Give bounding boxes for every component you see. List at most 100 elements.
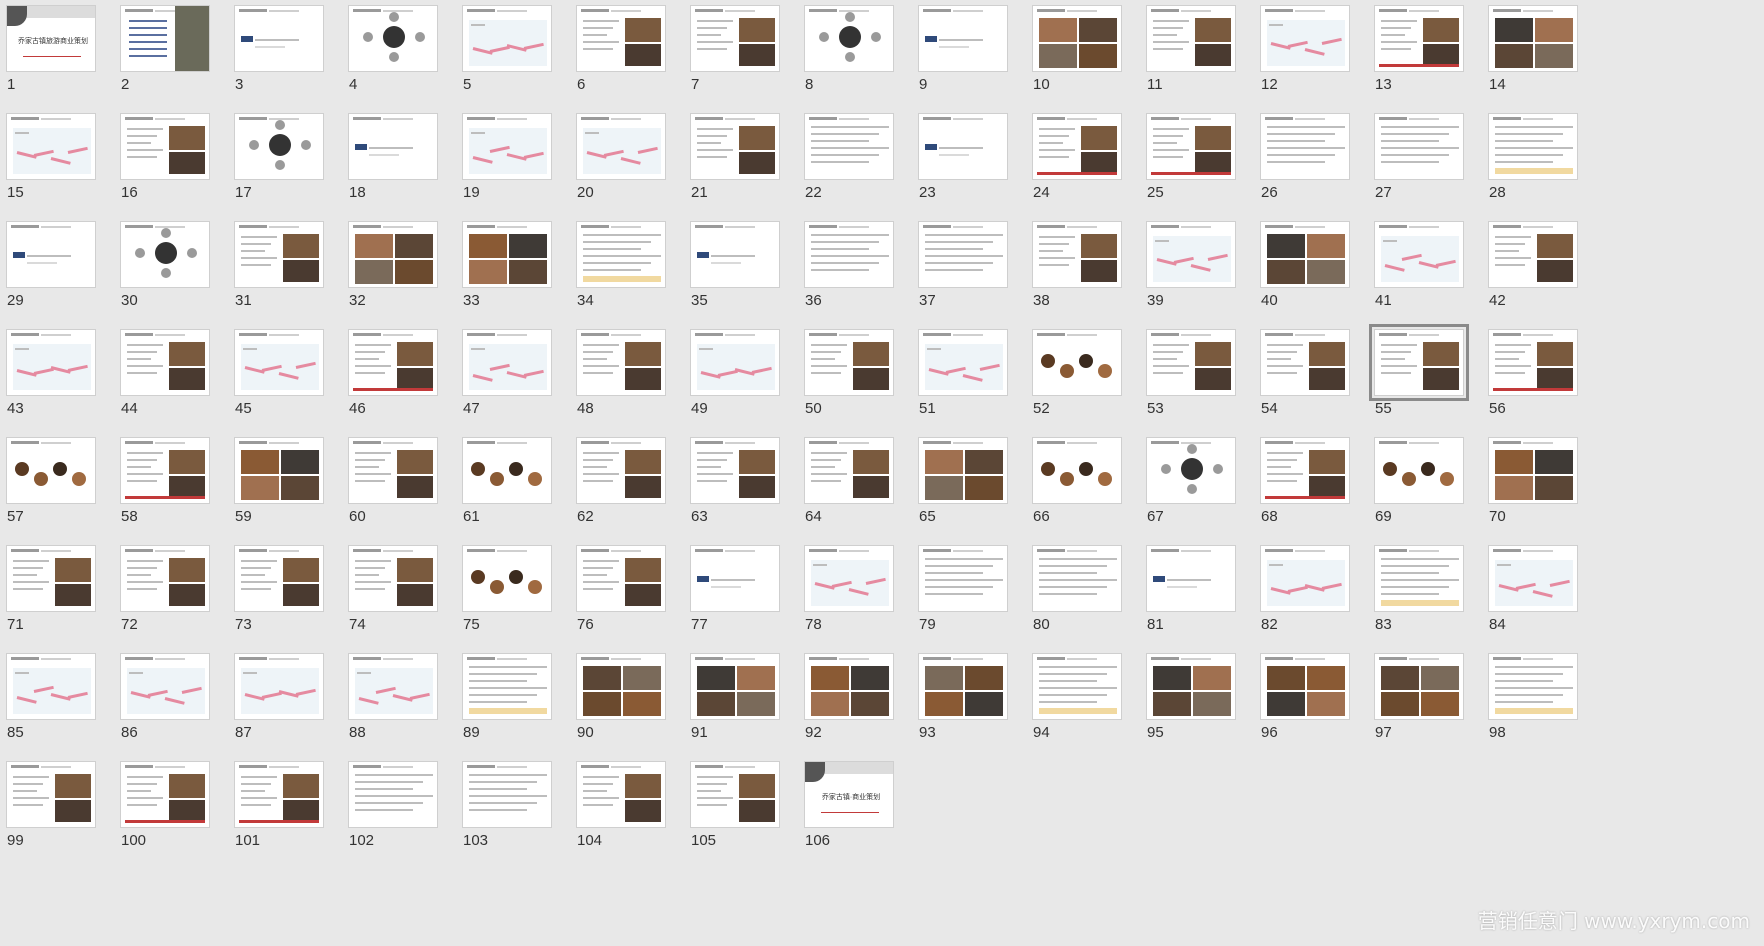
slide-thumbnail-97[interactable]: 97 <box>1370 650 1498 771</box>
slide-preview[interactable] <box>576 761 666 828</box>
slide-thumbnail-89[interactable]: 89 <box>458 650 586 771</box>
slide-thumbnail-3[interactable]: 3 <box>230 2 358 123</box>
slide-preview[interactable] <box>348 329 438 396</box>
slide-thumbnail-9[interactable]: 9 <box>914 2 1042 123</box>
slide-preview[interactable] <box>1488 329 1578 396</box>
slide-thumbnail-74[interactable]: 74 <box>344 542 472 663</box>
slide-thumbnail-73[interactable]: 73 <box>230 542 358 663</box>
slide-preview[interactable] <box>1260 545 1350 612</box>
slide-thumbnail-67[interactable]: 67 <box>1142 434 1270 555</box>
slide-preview[interactable] <box>6 437 96 504</box>
slide-preview[interactable] <box>1488 221 1578 288</box>
slide-preview[interactable] <box>234 329 324 396</box>
slide-thumbnail-40[interactable]: 40 <box>1256 218 1384 339</box>
slide-thumbnail-78[interactable]: 78 <box>800 542 928 663</box>
slide-preview[interactable] <box>1146 545 1236 612</box>
slide-preview[interactable] <box>1260 437 1350 504</box>
slide-thumbnail-75[interactable]: 75 <box>458 542 586 663</box>
slide-thumbnail-48[interactable]: 48 <box>572 326 700 447</box>
slide-thumbnail-45[interactable]: 45 <box>230 326 358 447</box>
slide-thumbnail-76[interactable]: 76 <box>572 542 700 663</box>
slide-preview[interactable] <box>804 329 894 396</box>
slide-thumbnail-17[interactable]: 17 <box>230 110 358 231</box>
slide-preview[interactable] <box>1032 5 1122 72</box>
slide-preview[interactable]: 乔家古镇·商业策划 <box>804 761 894 828</box>
slide-thumbnail-16[interactable]: 16 <box>116 110 244 231</box>
slide-preview[interactable] <box>6 761 96 828</box>
slide-thumbnail-21[interactable]: 21 <box>686 110 814 231</box>
slide-preview[interactable] <box>1146 5 1236 72</box>
slide-thumbnail-81[interactable]: 81 <box>1142 542 1270 663</box>
slide-preview[interactable] <box>462 329 552 396</box>
slide-preview[interactable] <box>348 653 438 720</box>
slide-preview[interactable] <box>1260 221 1350 288</box>
slide-thumbnail-6[interactable]: 6 <box>572 2 700 123</box>
slide-preview[interactable] <box>1032 329 1122 396</box>
slide-preview[interactable] <box>1032 221 1122 288</box>
slide-preview[interactable] <box>690 329 780 396</box>
slide-preview[interactable] <box>1260 5 1350 72</box>
slide-preview[interactable] <box>918 545 1008 612</box>
slide-preview[interactable] <box>120 761 210 828</box>
slide-thumbnail-23[interactable]: 23 <box>914 110 1042 231</box>
slide-preview[interactable] <box>1488 653 1578 720</box>
slide-preview[interactable] <box>1260 113 1350 180</box>
slide-preview[interactable] <box>576 113 666 180</box>
slide-preview[interactable] <box>348 761 438 828</box>
slide-preview[interactable] <box>462 221 552 288</box>
slide-preview[interactable] <box>690 653 780 720</box>
slide-preview[interactable] <box>6 329 96 396</box>
slide-thumbnail-86[interactable]: 86 <box>116 650 244 771</box>
slide-thumbnail-96[interactable]: 96 <box>1256 650 1384 771</box>
slide-thumbnail-24[interactable]: 24 <box>1028 110 1156 231</box>
slide-preview[interactable] <box>690 761 780 828</box>
slide-thumbnail-68[interactable]: 68 <box>1256 434 1384 555</box>
slide-thumbnail-27[interactable]: 27 <box>1370 110 1498 231</box>
slide-preview[interactable] <box>6 221 96 288</box>
slide-preview[interactable] <box>918 5 1008 72</box>
slide-thumbnail-15[interactable]: 15 <box>2 110 130 231</box>
slide-preview[interactable] <box>462 437 552 504</box>
slide-preview[interactable] <box>804 5 894 72</box>
slide-preview[interactable] <box>348 221 438 288</box>
slide-preview[interactable] <box>690 5 780 72</box>
slide-preview[interactable] <box>1374 653 1464 720</box>
slide-preview[interactable] <box>120 653 210 720</box>
slide-thumbnail-80[interactable]: 80 <box>1028 542 1156 663</box>
slide-thumbnail-100[interactable]: 100 <box>116 758 244 879</box>
slide-preview[interactable] <box>1032 437 1122 504</box>
slide-preview[interactable] <box>120 113 210 180</box>
slide-preview[interactable] <box>6 653 96 720</box>
slide-thumbnail-77[interactable]: 77 <box>686 542 814 663</box>
slide-preview[interactable] <box>1369 324 1469 401</box>
slide-preview[interactable] <box>1032 545 1122 612</box>
slide-thumbnail-10[interactable]: 10 <box>1028 2 1156 123</box>
slide-preview[interactable] <box>1374 221 1464 288</box>
slide-preview[interactable] <box>1488 113 1578 180</box>
slide-thumbnail-57[interactable]: 57 <box>2 434 130 555</box>
slide-preview[interactable] <box>1260 329 1350 396</box>
slide-thumbnail-49[interactable]: 49 <box>686 326 814 447</box>
slide-preview[interactable] <box>348 545 438 612</box>
slide-thumbnail-47[interactable]: 47 <box>458 326 586 447</box>
slide-thumbnail-54[interactable]: 54 <box>1256 326 1384 447</box>
slide-preview[interactable] <box>1374 5 1464 72</box>
slide-thumbnail-98[interactable]: 98 <box>1484 650 1612 771</box>
slide-thumbnail-50[interactable]: 50 <box>800 326 928 447</box>
slide-preview[interactable] <box>576 329 666 396</box>
slide-thumbnail-83[interactable]: 83 <box>1370 542 1498 663</box>
slide-preview[interactable] <box>804 545 894 612</box>
slide-thumbnail-43[interactable]: 43 <box>2 326 130 447</box>
slide-thumbnail-87[interactable]: 87 <box>230 650 358 771</box>
slide-preview[interactable] <box>348 113 438 180</box>
slide-preview[interactable] <box>1374 545 1464 612</box>
slide-thumbnail-61[interactable]: 61 <box>458 434 586 555</box>
slide-thumbnail-105[interactable]: 105 <box>686 758 814 879</box>
slide-thumbnail-44[interactable]: 44 <box>116 326 244 447</box>
slide-preview[interactable] <box>1374 437 1464 504</box>
slide-preview[interactable] <box>1488 545 1578 612</box>
slide-preview[interactable] <box>1146 221 1236 288</box>
slide-preview[interactable] <box>462 653 552 720</box>
slide-preview[interactable] <box>1146 437 1236 504</box>
slide-thumbnail-4[interactable]: 4 <box>344 2 472 123</box>
